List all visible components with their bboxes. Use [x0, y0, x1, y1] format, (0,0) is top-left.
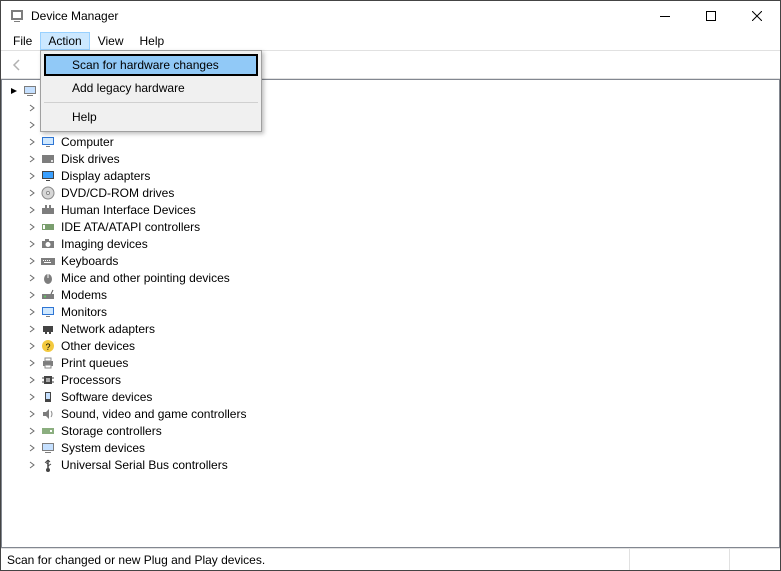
back-button[interactable]: [5, 53, 29, 77]
menu-view[interactable]: View: [90, 32, 132, 50]
question-icon: ?: [40, 338, 56, 354]
expand-icon[interactable]: [8, 85, 20, 97]
expand-icon[interactable]: [26, 374, 38, 386]
status-cell: [630, 549, 730, 570]
action-scan-hardware[interactable]: Scan for hardware changes: [44, 54, 258, 76]
computer-icon: [22, 83, 38, 99]
expand-icon[interactable]: [26, 119, 38, 131]
display-icon: [40, 168, 56, 184]
tree-item-processors[interactable]: Processors: [6, 371, 779, 388]
storage-icon: [40, 423, 56, 439]
tree-item-print[interactable]: Print queues: [6, 354, 779, 371]
app-icon: [9, 8, 25, 24]
tree-item-keyboards[interactable]: Keyboards: [6, 252, 779, 269]
tree-item-usb[interactable]: Universal Serial Bus controllers: [6, 456, 779, 473]
svg-text:?: ?: [45, 342, 50, 352]
maximize-button[interactable]: [688, 1, 734, 31]
expand-icon[interactable]: [26, 204, 38, 216]
tree-item-disk[interactable]: Disk drives: [6, 150, 779, 167]
system-icon: [40, 440, 56, 456]
keyboard-icon: [40, 253, 56, 269]
camera-icon: [40, 236, 56, 252]
window-title: Device Manager: [31, 9, 642, 23]
expand-icon[interactable]: [26, 357, 38, 369]
tree-item-storage[interactable]: Storage controllers: [6, 422, 779, 439]
expand-icon[interactable]: [26, 238, 38, 250]
titlebar: Device Manager: [1, 1, 780, 31]
tree-item-dvd[interactable]: DVD/CD-ROM drives: [6, 184, 779, 201]
tree-item-network[interactable]: Network adapters: [6, 320, 779, 337]
modem-icon: [40, 287, 56, 303]
monitor-icon: [40, 304, 56, 320]
expand-icon[interactable]: [26, 323, 38, 335]
hid-icon: [40, 202, 56, 218]
status-text: Scan for changed or new Plug and Play de…: [1, 549, 630, 570]
expand-icon[interactable]: [26, 272, 38, 284]
speaker-icon: [40, 406, 56, 422]
expand-icon[interactable]: [26, 102, 38, 114]
software-icon: [40, 389, 56, 405]
expand-icon[interactable]: [26, 136, 38, 148]
ide-icon: [40, 219, 56, 235]
expand-icon[interactable]: [26, 408, 38, 420]
window-controls: [642, 1, 780, 31]
tree-item-display[interactable]: Display adapters: [6, 167, 779, 184]
network-icon: [40, 321, 56, 337]
expand-icon[interactable]: [26, 153, 38, 165]
tree-item-mice[interactable]: Mice and other pointing devices: [6, 269, 779, 286]
device-tree[interactable]: Batteries Bluetooth Computer Disk drives…: [1, 79, 780, 548]
tree-item-modems[interactable]: Modems: [6, 286, 779, 303]
disc-icon: [40, 185, 56, 201]
expand-icon[interactable]: [26, 221, 38, 233]
cpu-icon: [40, 372, 56, 388]
tree-item-imaging[interactable]: Imaging devices: [6, 235, 779, 252]
expand-icon[interactable]: [26, 459, 38, 471]
menu-file[interactable]: File: [5, 32, 40, 50]
expand-icon[interactable]: [26, 255, 38, 267]
menu-help[interactable]: Help: [132, 32, 173, 50]
tree-item-computer[interactable]: Computer: [6, 133, 779, 150]
expand-icon[interactable]: [26, 187, 38, 199]
expand-icon[interactable]: [26, 340, 38, 352]
action-help[interactable]: Help: [44, 106, 258, 128]
tree-item-other[interactable]: ? Other devices: [6, 337, 779, 354]
expand-icon[interactable]: [26, 425, 38, 437]
expand-icon[interactable]: [26, 442, 38, 454]
monitor-icon: [40, 134, 56, 150]
statusbar: Scan for changed or new Plug and Play de…: [1, 548, 780, 570]
printer-icon: [40, 355, 56, 371]
usb-icon: [40, 457, 56, 473]
menubar: File Action View Help: [1, 31, 780, 51]
minimize-button[interactable]: [642, 1, 688, 31]
close-button[interactable]: [734, 1, 780, 31]
disk-icon: [40, 151, 56, 167]
menu-separator: [44, 102, 258, 103]
tree-item-sound[interactable]: Sound, video and game controllers: [6, 405, 779, 422]
status-cell: [730, 549, 780, 570]
action-add-legacy[interactable]: Add legacy hardware: [44, 77, 258, 99]
tree-item-ide[interactable]: IDE ATA/ATAPI controllers: [6, 218, 779, 235]
tree-item-hid[interactable]: Human Interface Devices: [6, 201, 779, 218]
menu-action[interactable]: Action: [40, 32, 89, 50]
tree-item-system[interactable]: System devices: [6, 439, 779, 456]
tree-item-monitors[interactable]: Monitors: [6, 303, 779, 320]
mouse-icon: [40, 270, 56, 286]
tree-item-software[interactable]: Software devices: [6, 388, 779, 405]
expand-icon[interactable]: [26, 391, 38, 403]
expand-icon[interactable]: [26, 289, 38, 301]
action-dropdown: Scan for hardware changes Add legacy har…: [40, 50, 262, 132]
expand-icon[interactable]: [26, 306, 38, 318]
expand-icon[interactable]: [26, 170, 38, 182]
